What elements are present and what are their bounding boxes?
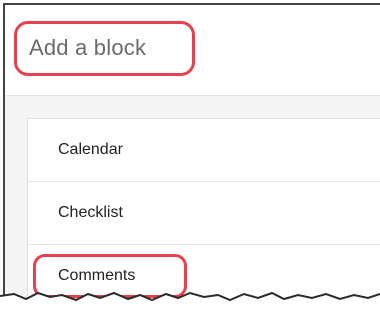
add-block-panel: Add a block Calendar Checklist Comments <box>3 3 380 309</box>
block-list-area: Calendar Checklist Comments <box>5 96 380 309</box>
block-item-calendar[interactable]: Calendar <box>28 119 380 182</box>
torn-paper-edge <box>0 291 380 327</box>
block-list: Calendar Checklist Comments <box>27 118 380 309</box>
block-item-checklist[interactable]: Checklist <box>28 182 380 245</box>
block-item-label: Checklist <box>58 204 123 221</box>
highlight-ring-title <box>14 21 195 76</box>
block-item-label: Calendar <box>58 141 123 158</box>
panel-header: Add a block <box>5 5 380 96</box>
